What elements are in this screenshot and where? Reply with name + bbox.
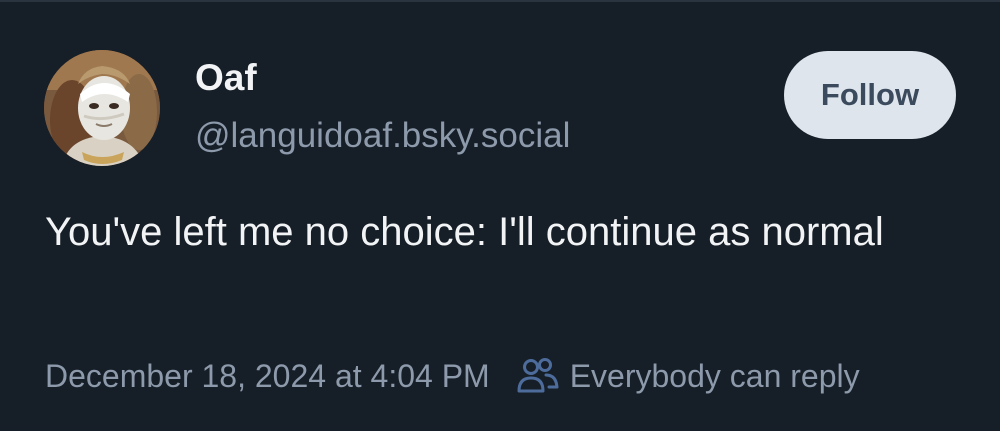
author-handle[interactable]: @languidoaf.bsky.social <box>195 114 570 158</box>
author-display-name[interactable]: Oaf <box>195 55 257 101</box>
post-meta: December 18, 2024 at 4:04 PM Everybody c… <box>45 354 860 398</box>
people-icon <box>516 356 560 396</box>
avatar[interactable] <box>44 50 160 166</box>
reply-setting: Everybody can reply <box>569 357 860 394</box>
post-card: Oaf @languidoaf.bsky.social Follow You'v… <box>0 0 1000 431</box>
post-text: You've left me no choice: I'll continue … <box>45 210 884 254</box>
follow-button[interactable]: Follow <box>784 51 956 139</box>
post-timestamp[interactable]: December 18, 2024 at 4:04 PM <box>45 358 490 395</box>
avatar-image <box>44 50 160 166</box>
